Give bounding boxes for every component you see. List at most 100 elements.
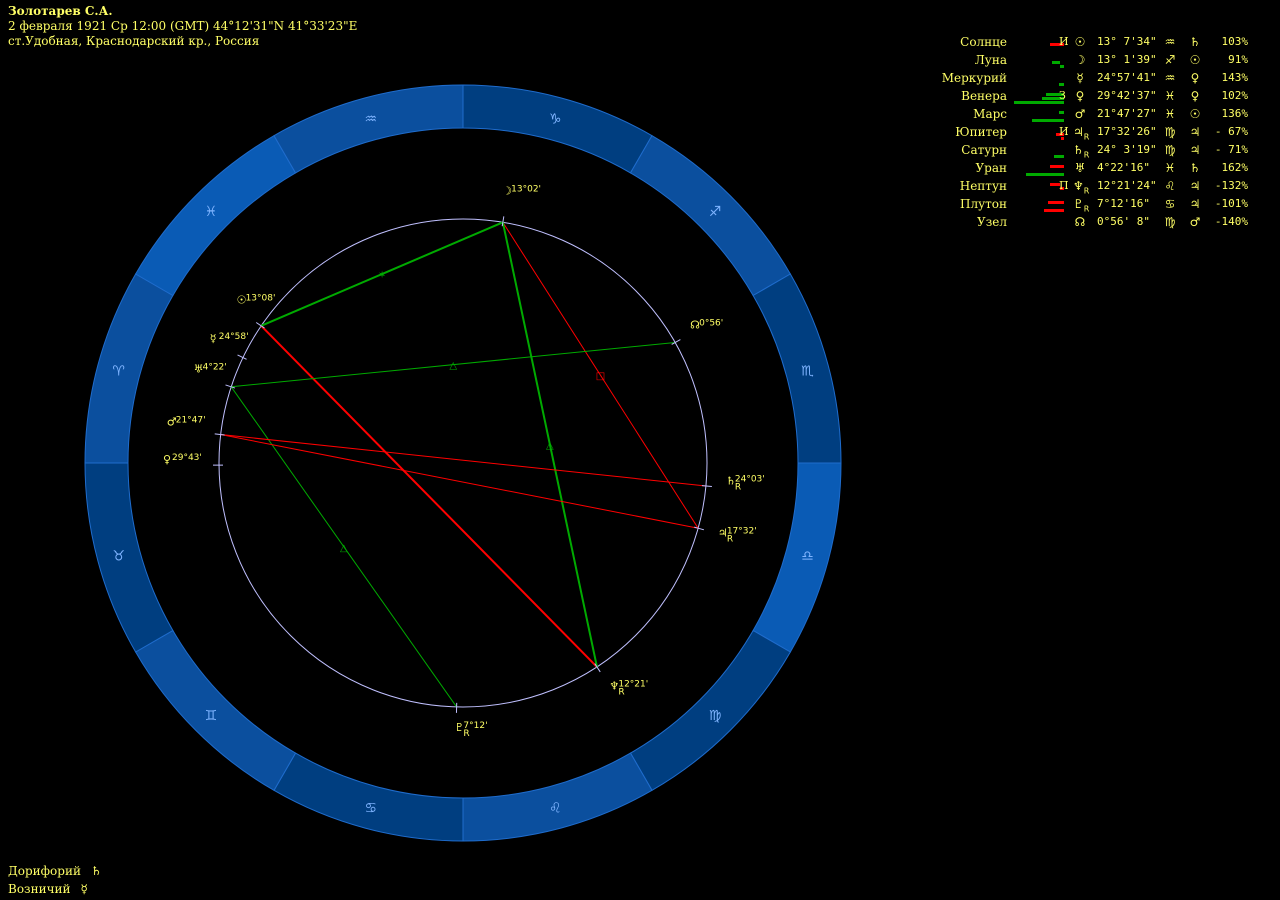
dispositor-icon: ♃ <box>1189 197 1201 211</box>
cancer-sector <box>273 752 464 842</box>
strength-bars <box>1004 51 1064 69</box>
planet-degree: 17°32'26" <box>1097 125 1157 138</box>
planet-icon: ♀ <box>1075 89 1085 103</box>
ruler-letter: З <box>1059 89 1066 102</box>
planet-name: Луна <box>974 53 1007 67</box>
planet-name: Сатурн <box>961 143 1007 157</box>
sign-icon: ♒ <box>1164 35 1176 49</box>
doryphory-row: Дорифорий ♄ <box>8 862 102 880</box>
dispositor-icon: ♃ <box>1189 125 1201 139</box>
mercury-icon: ☿ <box>210 332 217 345</box>
planet-markers: ☉ 13°08'☽ 13°02'☿ 24°58'♅ 4°22'♂ 21°47'♀ 29°43… <box>163 184 765 739</box>
taurus-sector <box>84 462 174 653</box>
aquarius-sector <box>273 84 464 174</box>
aspect-lines: ✶ □ △ △ △ <box>220 221 706 708</box>
planet-degree: 4°22'16" <box>1097 161 1150 174</box>
pisces-sign-icon: ♓ <box>205 204 218 220</box>
aspect-symbol: △ <box>340 543 348 554</box>
strength-bars <box>1004 177 1064 195</box>
strength-percent: 102% <box>1221 89 1249 102</box>
ruler-letter: И <box>1059 125 1069 138</box>
strength-percent: -101% <box>1214 197 1248 210</box>
aspect-line-mars-saturn <box>220 434 706 487</box>
strength-bar <box>1050 165 1064 168</box>
capricorn-sector <box>462 84 653 174</box>
strength-bar <box>1060 65 1064 68</box>
planet-icon: ♅ <box>1074 161 1086 175</box>
strength-percent: 162% <box>1221 161 1249 174</box>
taurus-sign-icon: ♉ <box>112 548 125 564</box>
leo-sector <box>462 752 653 842</box>
cancer-sign-icon: ♋ <box>364 800 377 816</box>
charioteer-row: Возничий ☿ <box>8 880 102 898</box>
sign-icon: ♍ <box>1164 143 1176 157</box>
jupiter-tick <box>694 526 705 531</box>
mars-degree-label: 21°47' <box>176 416 206 426</box>
strength-bar <box>1054 155 1064 158</box>
planet-name: Солнце <box>960 35 1007 49</box>
aspect-symbol: □ <box>596 371 605 382</box>
planet-icon: ☿ <box>1076 71 1084 85</box>
dispositor-icon: ♃ <box>1189 179 1201 193</box>
jupiter-degree-label: 17°32' <box>727 526 757 536</box>
strength-bar <box>1014 101 1064 104</box>
sign-icon: ♌ <box>1164 179 1176 193</box>
strength-percent: -132% <box>1214 179 1248 192</box>
aspect-line-mars-jupiter <box>220 434 699 529</box>
sign-icon: ♍ <box>1164 125 1176 139</box>
strength-bar <box>1032 119 1064 122</box>
dispositor-icon: ♄ <box>1189 35 1201 49</box>
planet-degree: 7°12'16" <box>1097 197 1150 210</box>
planet-name: Узел <box>977 215 1007 229</box>
saturn-icon: ♄ <box>90 864 102 878</box>
aries-sector <box>84 273 174 464</box>
libra-sector <box>752 462 842 653</box>
planet-icon: ♂ <box>1074 107 1086 121</box>
strength-percent: - 71% <box>1214 143 1248 156</box>
mars-tick <box>214 433 225 436</box>
venus-degree-label: 29°43' <box>172 453 202 463</box>
scorpio-sign-icon: ♏ <box>801 364 814 380</box>
strength-bar <box>1059 83 1064 86</box>
aspect-line-sun-neptune <box>260 325 598 668</box>
doryphory-label: Дорифорий <box>8 864 81 878</box>
uranus-degree-label: 4°22' <box>203 362 227 372</box>
sagittarius-sign-icon: ♐ <box>709 204 722 220</box>
venus-icon: ♀ <box>163 453 171 466</box>
sign-icon: ♓ <box>1164 161 1176 175</box>
neptune-degree-label: 12°21' <box>618 680 648 690</box>
planet-degree: 13° 1'39" <box>1097 53 1157 66</box>
sign-icon: ♐ <box>1164 53 1176 67</box>
dispositor-icon: ♄ <box>1189 161 1201 175</box>
strength-percent: 103% <box>1221 35 1249 48</box>
sun-degree-label: 13°08' <box>246 293 276 303</box>
aspect-symbol: △ <box>546 441 554 452</box>
virgo-sign-icon: ♍ <box>709 708 722 724</box>
saturn-degree-label: 24°03' <box>735 475 765 485</box>
strength-bars <box>1004 87 1064 105</box>
planet-name: Плутон <box>959 197 1007 211</box>
planet-degree: 13° 7'34" <box>1097 35 1157 48</box>
strength-bar <box>1044 209 1064 212</box>
node-degree-label: 0°56' <box>699 319 723 329</box>
planet-icon: ☊ <box>1074 215 1086 229</box>
planet-degree: 21°47'27" <box>1097 107 1157 120</box>
planet-icon: ☽ <box>1074 53 1086 67</box>
mercury-degree-label: 24°58' <box>219 332 249 342</box>
leo-sign-icon: ♌ <box>549 800 562 816</box>
planet-name: Уран <box>975 161 1007 175</box>
sign-icon: ♋ <box>1164 197 1176 211</box>
libra-sign-icon: ♎ <box>801 548 814 564</box>
aspect-symbol: ✶ <box>378 270 386 281</box>
aspect-symbol: △ <box>449 361 457 372</box>
dispositor-icon: ☉ <box>1189 107 1201 121</box>
strength-bar <box>1048 201 1064 204</box>
aries-sign-icon: ♈ <box>112 364 125 380</box>
sign-icon: ♍ <box>1164 215 1176 229</box>
planet-degree: 0°56' 8" <box>1097 215 1150 228</box>
planet-degree: 29°42'37" <box>1097 89 1157 102</box>
strength-percent: - 67% <box>1214 125 1248 138</box>
strength-bars <box>1004 33 1064 51</box>
dispositor-icon: ♀ <box>1190 89 1200 103</box>
strength-bar <box>1026 173 1064 176</box>
